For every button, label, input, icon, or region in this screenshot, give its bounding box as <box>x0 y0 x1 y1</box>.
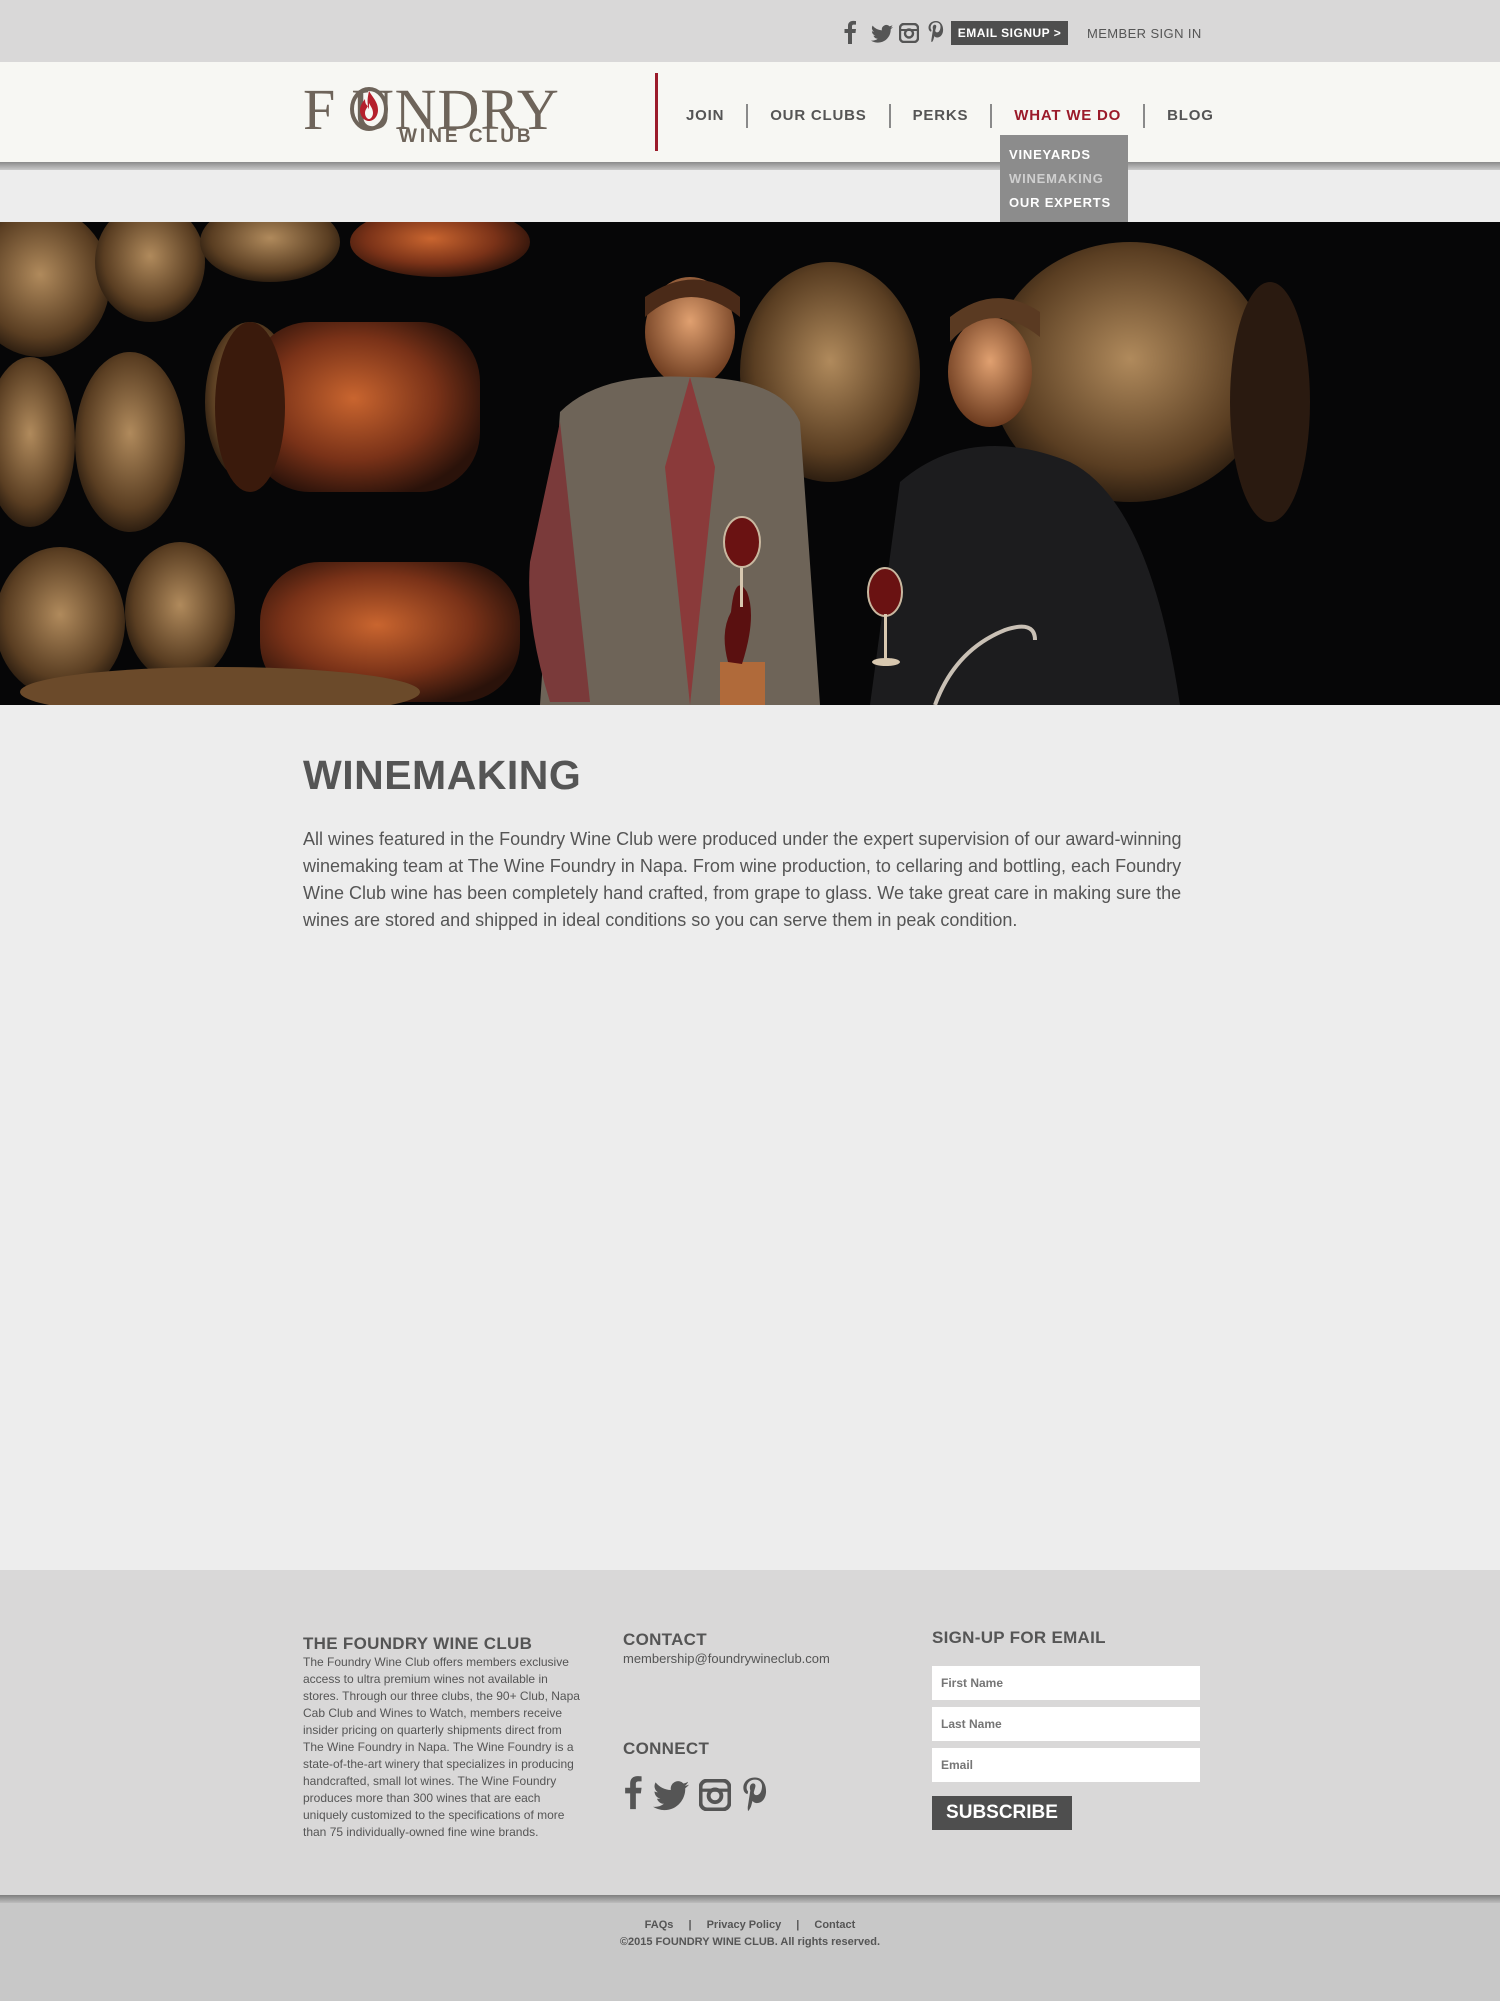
twitter-icon[interactable] <box>871 20 893 44</box>
main-nav: JOIN OUR CLUBS PERKS WHAT WE DO BLOG <box>686 104 1214 128</box>
bottom-bar <box>0 1903 1500 2001</box>
contact-email-link[interactable]: membership@foundrywineclub.com <box>623 1651 830 1666</box>
nav-blog[interactable]: BLOG <box>1145 104 1214 128</box>
footer-about-title: THE FOUNDRY WINE CLUB <box>303 1634 533 1653</box>
pinterest-icon[interactable] <box>741 1775 769 1811</box>
logo[interactable]: F UNDRY WINE CLUB <box>303 80 633 150</box>
footer-signup-title: SIGN-UP FOR EMAIL <box>932 1628 1106 1647</box>
nav-perks[interactable]: PERKS <box>891 104 993 128</box>
pinterest-icon[interactable] <box>927 20 949 44</box>
email-field[interactable] <box>932 1748 1200 1782</box>
top-bar <box>0 0 1500 62</box>
twitter-icon[interactable] <box>653 1781 689 1811</box>
nav-what-we-do[interactable]: WHAT WE DO <box>992 104 1146 128</box>
subscribe-button[interactable]: SUBSCRIBE <box>932 1796 1072 1830</box>
bottom-links: FAQs | Privacy Policy | Contact <box>0 1919 1500 1931</box>
contact-link[interactable]: Contact <box>814 1919 855 1931</box>
footer <box>0 1570 1500 1895</box>
dropdown-item-winemaking[interactable]: WINEMAKING <box>1009 167 1119 191</box>
cellar-photo <box>0 222 1500 705</box>
footer-contact-title: CONTACT <box>623 1630 707 1649</box>
facebook-icon[interactable] <box>623 1773 643 1811</box>
header-shadow <box>0 162 1500 170</box>
nav-join[interactable]: JOIN <box>686 104 749 128</box>
logo-subtitle: WINE CLUB <box>399 126 534 147</box>
last-name-field[interactable] <box>932 1707 1200 1741</box>
footer-about: THE FOUNDRY WINE CLUB The Foundry Wine C… <box>303 1634 583 1841</box>
page-title: WINEMAKING <box>303 752 582 798</box>
first-name-field[interactable] <box>932 1666 1200 1700</box>
privacy-policy-link[interactable]: Privacy Policy <box>707 1919 782 1931</box>
email-signup-button[interactable]: EMAIL SIGNUP > <box>951 21 1068 45</box>
member-sign-in-link[interactable]: MEMBER SIGN IN <box>1087 26 1202 41</box>
link-separator: | <box>796 1919 800 1931</box>
copyright: ©2015 FOUNDRY WINE CLUB. All rights rese… <box>619 1936 881 1948</box>
dropdown-item-vineyards[interactable]: VINEYARDS <box>1009 143 1119 167</box>
footer-contact: CONTACT membership@foundrywineclub.com <box>623 1630 830 1666</box>
social-links-top <box>843 20 949 44</box>
flame-icon <box>350 87 388 131</box>
instagram-icon[interactable] <box>699 1779 731 1811</box>
footer-signup: SIGN-UP FOR EMAIL SUBSCRIBE <box>932 1628 1200 1830</box>
page-body: All wines featured in the Foundry Wine C… <box>303 829 1182 930</box>
nav-our-clubs[interactable]: OUR CLUBS <box>748 104 891 128</box>
header-divider <box>655 73 658 151</box>
footer-about-text: The Foundry Wine Club offers members exc… <box>303 1655 580 1839</box>
facebook-icon[interactable] <box>843 20 865 44</box>
link-separator: | <box>688 1919 692 1931</box>
footer-connect: CONNECT <box>623 1739 769 1811</box>
hero-image <box>0 222 1500 705</box>
faqs-link[interactable]: FAQs <box>645 1919 674 1931</box>
bottom-shadow <box>0 1895 1500 1903</box>
footer-connect-title: CONNECT <box>623 1739 710 1758</box>
dropdown-item-our-experts[interactable]: OUR EXPERTS <box>1009 191 1119 215</box>
instagram-icon[interactable] <box>898 20 921 44</box>
footer-social-icons <box>623 1773 769 1811</box>
